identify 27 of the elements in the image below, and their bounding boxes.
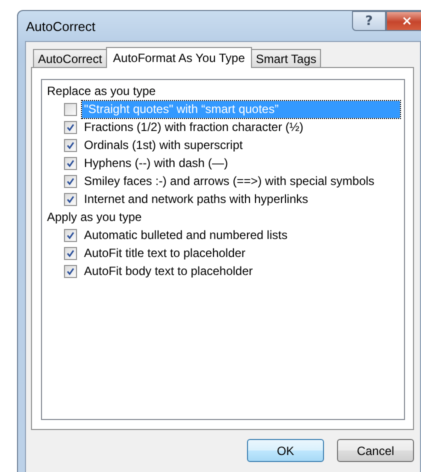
option-label[interactable]: AutoFit body text to placeholder <box>82 262 255 280</box>
window-title: AutoCorrect <box>25 18 96 34</box>
option-label[interactable]: Internet and network paths with hyperlinks <box>82 190 310 208</box>
checkbox[interactable] <box>64 156 77 170</box>
option-label[interactable]: Fractions (1/2) with fraction character (½) <box>82 118 306 136</box>
checkbox[interactable] <box>64 192 77 206</box>
checkbox[interactable] <box>64 228 77 242</box>
close-button[interactable]: × <box>386 11 421 31</box>
checkbox[interactable] <box>64 120 77 134</box>
option-label[interactable]: Ordinals (1st) with superscript <box>82 136 245 154</box>
checkbox[interactable] <box>64 102 77 116</box>
section-heading: Apply as you type <box>47 209 143 226</box>
help-button[interactable]: ? <box>352 11 386 31</box>
option-label[interactable]: AutoFit title text to placeholder <box>82 244 248 262</box>
tab[interactable]: AutoCorrect <box>33 49 108 67</box>
cancel-button[interactable]: Cancel <box>337 439 414 462</box>
checkbox[interactable] <box>64 138 77 152</box>
checkbox[interactable] <box>64 174 77 188</box>
option-label[interactable]: Hyphens (--) with dash (—) <box>82 154 230 172</box>
section-heading: Replace as you type <box>47 83 157 100</box>
tab[interactable]: AutoFormat As You Type <box>106 47 252 68</box>
checkbox[interactable] <box>64 264 77 278</box>
tab[interactable]: Smart Tags <box>250 49 322 67</box>
ok-button[interactable]: OK <box>247 439 324 462</box>
option-label[interactable]: Automatic bulleted and numbered lists <box>82 226 290 244</box>
option-label[interactable]: Smiley faces :-) and arrows (==>) with special symbols <box>82 172 376 190</box>
checkbox[interactable] <box>64 246 77 260</box>
